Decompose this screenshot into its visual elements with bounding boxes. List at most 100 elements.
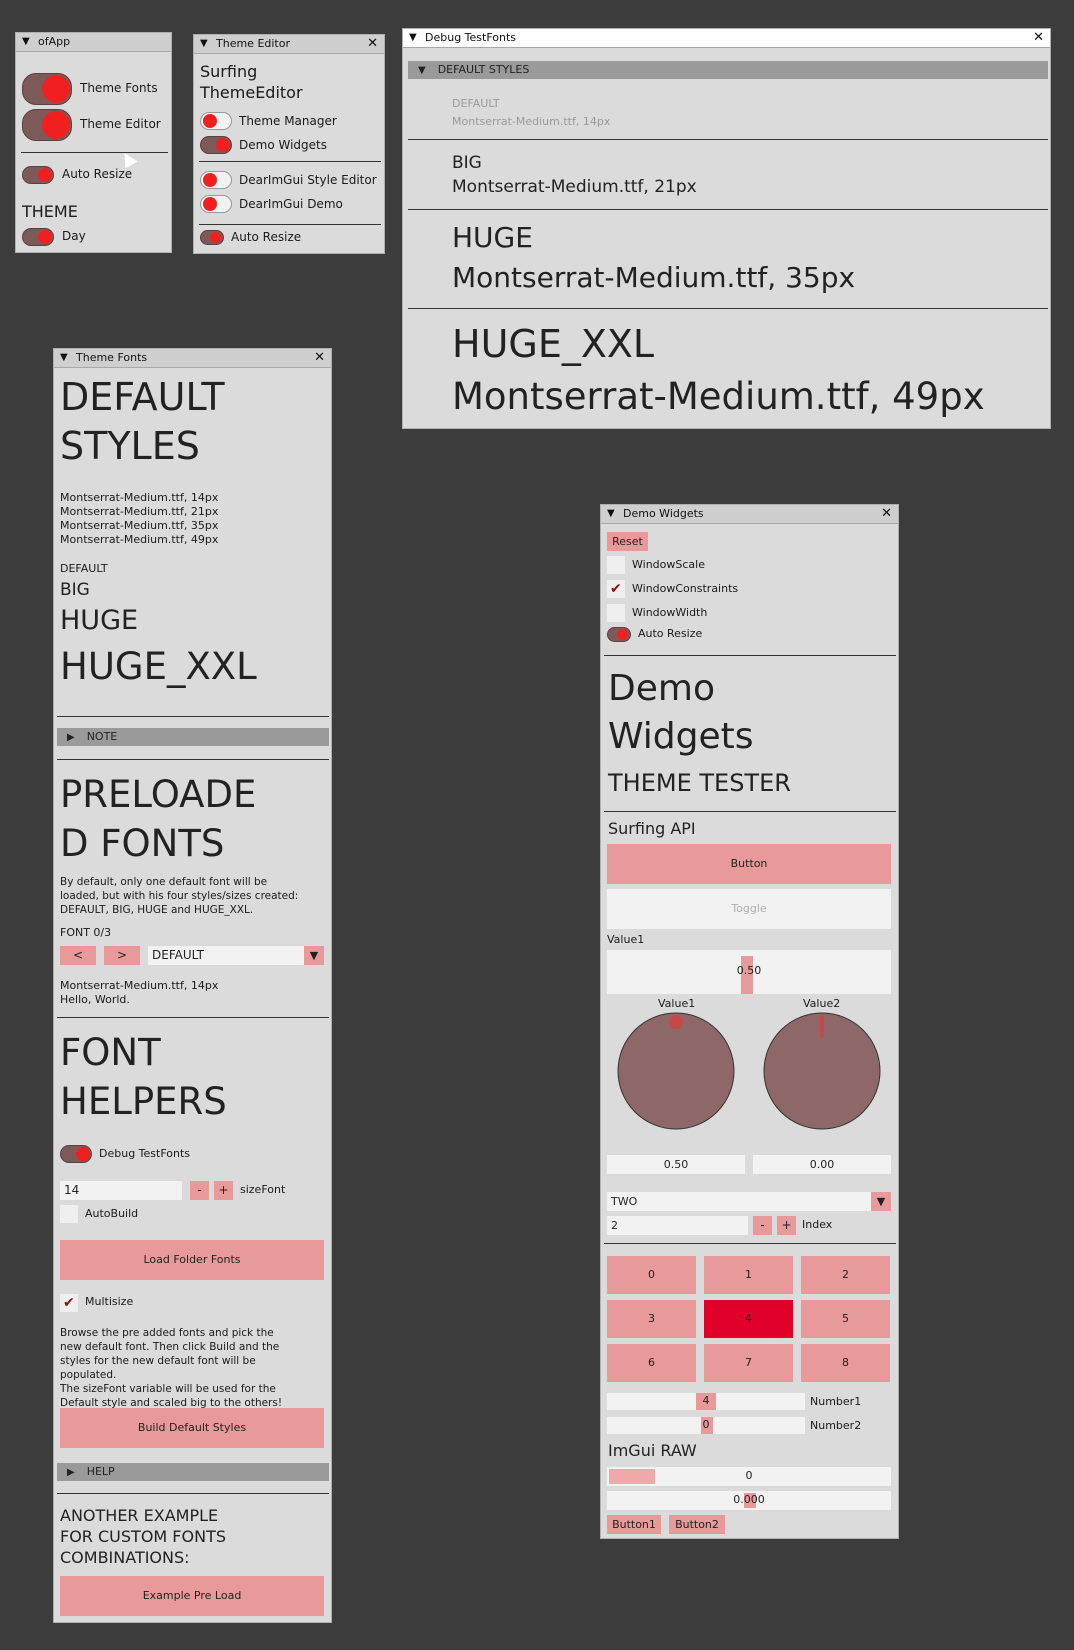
imgui-demo-toggle[interactable] [200,195,232,213]
collapse-triangle-icon[interactable]: ▼ [200,35,208,53]
demo-widgets-titlebar[interactable]: ▼ Demo Widgets ✕ [601,505,898,524]
preloaded-text: DEFAULT, BIG, HUGE and HUGE_XXL. [60,904,254,916]
close-icon[interactable]: ✕ [367,35,378,53]
close-icon[interactable]: ✕ [1033,29,1044,47]
reset-button[interactable]: Reset [607,532,648,551]
chevron-down-icon[interactable]: ▼ [304,946,324,965]
build-default-styles-button[interactable]: Build Default Styles [60,1408,324,1448]
collapse-triangle-icon[interactable]: ▼ [60,349,68,367]
close-icon[interactable]: ✕ [314,349,325,367]
toggle-label: Auto Resize [638,627,703,640]
window-constraints-checkbox[interactable]: ✔ [607,580,625,598]
separator [57,1493,329,1494]
size-plus-button[interactable]: + [214,1181,233,1200]
collapse-triangle-icon[interactable]: ▼ [409,29,417,47]
index-grid-button[interactable]: 6 [607,1344,696,1382]
number1-slider[interactable]: 4 [607,1393,805,1410]
collapse-triangle-icon[interactable]: ▼ [607,505,615,523]
close-icon[interactable]: ✕ [881,505,892,523]
checkmark-icon: ✔ [610,581,622,597]
window-title: Demo Widgets [623,507,704,520]
chevron-down-icon[interactable]: ▼ [871,1192,891,1211]
auto-resize-toggle[interactable] [607,627,631,642]
number2-slider[interactable]: 0 [607,1417,805,1434]
separator [199,224,381,225]
raw-int-slider[interactable]: 0 [607,1467,891,1486]
theme-fonts-titlebar[interactable]: ▼ Theme Fonts ✕ [54,349,331,368]
index-input[interactable]: 2 [607,1216,748,1235]
combo-select[interactable]: TWO ▼ [607,1192,891,1211]
font-list-item: Montserrat-Medium.ttf, 35px [60,519,219,532]
index-grid-button[interactable]: 2 [801,1256,890,1294]
style-editor-toggle[interactable] [200,171,232,189]
button1[interactable]: Button1 [607,1515,661,1534]
debug-testfonts-toggle[interactable] [60,1145,92,1163]
load-folder-fonts-button[interactable]: Load Folder Fonts [60,1240,324,1280]
style-name: HUGE [452,221,533,254]
window-scale-checkbox[interactable] [607,556,625,574]
button2[interactable]: Button2 [669,1515,725,1534]
next-font-button[interactable]: > [104,946,140,965]
theme-manager-toggle[interactable] [200,112,232,130]
separator [57,716,329,717]
example-pre-load-button[interactable]: Example Pre Load [60,1576,324,1616]
value1-knob[interactable] [617,1012,735,1130]
theme-editor-toggle[interactable] [22,109,72,141]
font-list-item: Montserrat-Medium.ttf, 49px [60,533,219,546]
browse-text: new default font. Then click Build and t… [60,1341,280,1353]
window-width-checkbox[interactable] [607,604,625,622]
collapse-triangle-icon[interactable]: ▼ [22,33,30,51]
knob2-value-field[interactable]: 0.00 [753,1155,891,1174]
font-select[interactable]: DEFAULT ▼ [148,946,324,965]
toggle-label: Theme Fonts [80,81,158,95]
index-plus-button[interactable]: + [777,1216,796,1235]
browse-text: Browse the pre added fonts and pick the [60,1327,274,1339]
prev-font-button[interactable]: < [60,946,96,965]
index-grid-button[interactable]: 4 [704,1300,793,1338]
auto-resize-toggle[interactable] [22,166,54,184]
font-info: Montserrat-Medium.ttf, 14px [60,979,219,992]
help-header[interactable]: ▶ HELP [57,1463,329,1481]
demo-widgets-toggle[interactable] [200,136,232,154]
ofapp-window: ▼ ofApp Theme Fonts Theme Editor Auto Res… [15,32,172,253]
note-header[interactable]: ▶ NOTE [57,728,329,746]
font-info: Hello, World. [60,993,130,1006]
index-minus-button[interactable]: - [753,1216,772,1235]
another-example-text: FOR CUSTOM FONTS [60,1527,226,1546]
button[interactable]: Button [607,844,891,884]
font-select-value: DEFAULT [152,948,204,962]
style-name: BIG [452,153,482,173]
separator [408,139,1048,140]
theme-editor-titlebar[interactable]: ▼ Theme Editor ✕ [194,35,384,54]
number2-label: Number2 [810,1419,862,1432]
index-grid-button[interactable]: 8 [801,1344,890,1382]
size-font-input[interactable]: 14 [60,1181,182,1200]
multisize-checkbox[interactable]: ✔ [60,1294,78,1312]
index-grid-button[interactable]: 7 [704,1344,793,1382]
value2-knob[interactable] [763,1012,881,1130]
index-grid-button[interactable]: 0 [607,1256,696,1294]
auto-resize-toggle[interactable] [200,230,224,245]
index-grid-button[interactable]: 1 [704,1256,793,1294]
raw-float-slider[interactable]: 0.000 [607,1491,891,1510]
slider-value: 0 [745,1469,753,1482]
size-minus-button[interactable]: - [190,1181,209,1200]
default-styles-header[interactable]: ▼ DEFAULT STYLES [408,61,1048,79]
theme-fonts-window: ▼ Theme Fonts ✕ DEFAULT STYLES Montserrat-… [53,348,332,1623]
autobuild-checkbox[interactable] [60,1205,78,1223]
font-list-item: Montserrat-Medium.ttf, 14px [60,491,219,504]
index-grid-button[interactable]: 3 [607,1300,696,1338]
knobs-svg [617,1012,881,1130]
index-grid-button[interactable]: 5 [801,1300,890,1338]
toggle-button[interactable]: Toggle [607,889,891,929]
slider-value: 4 [702,1394,710,1407]
slider-value: 0.000 [733,1493,765,1506]
font-counter: FONT 0/3 [60,926,112,939]
theme-day-toggle[interactable] [22,228,54,246]
demo-heading-2: Widgets [608,716,754,757]
theme-fonts-toggle[interactable] [22,73,72,105]
knob1-value-field[interactable]: 0.50 [607,1155,745,1174]
value1-slider[interactable]: 0.50 [607,950,891,994]
debug-titlebar[interactable]: ▼ Debug TestFonts ✕ [403,29,1050,48]
ofapp-titlebar[interactable]: ▼ ofApp [16,33,171,52]
